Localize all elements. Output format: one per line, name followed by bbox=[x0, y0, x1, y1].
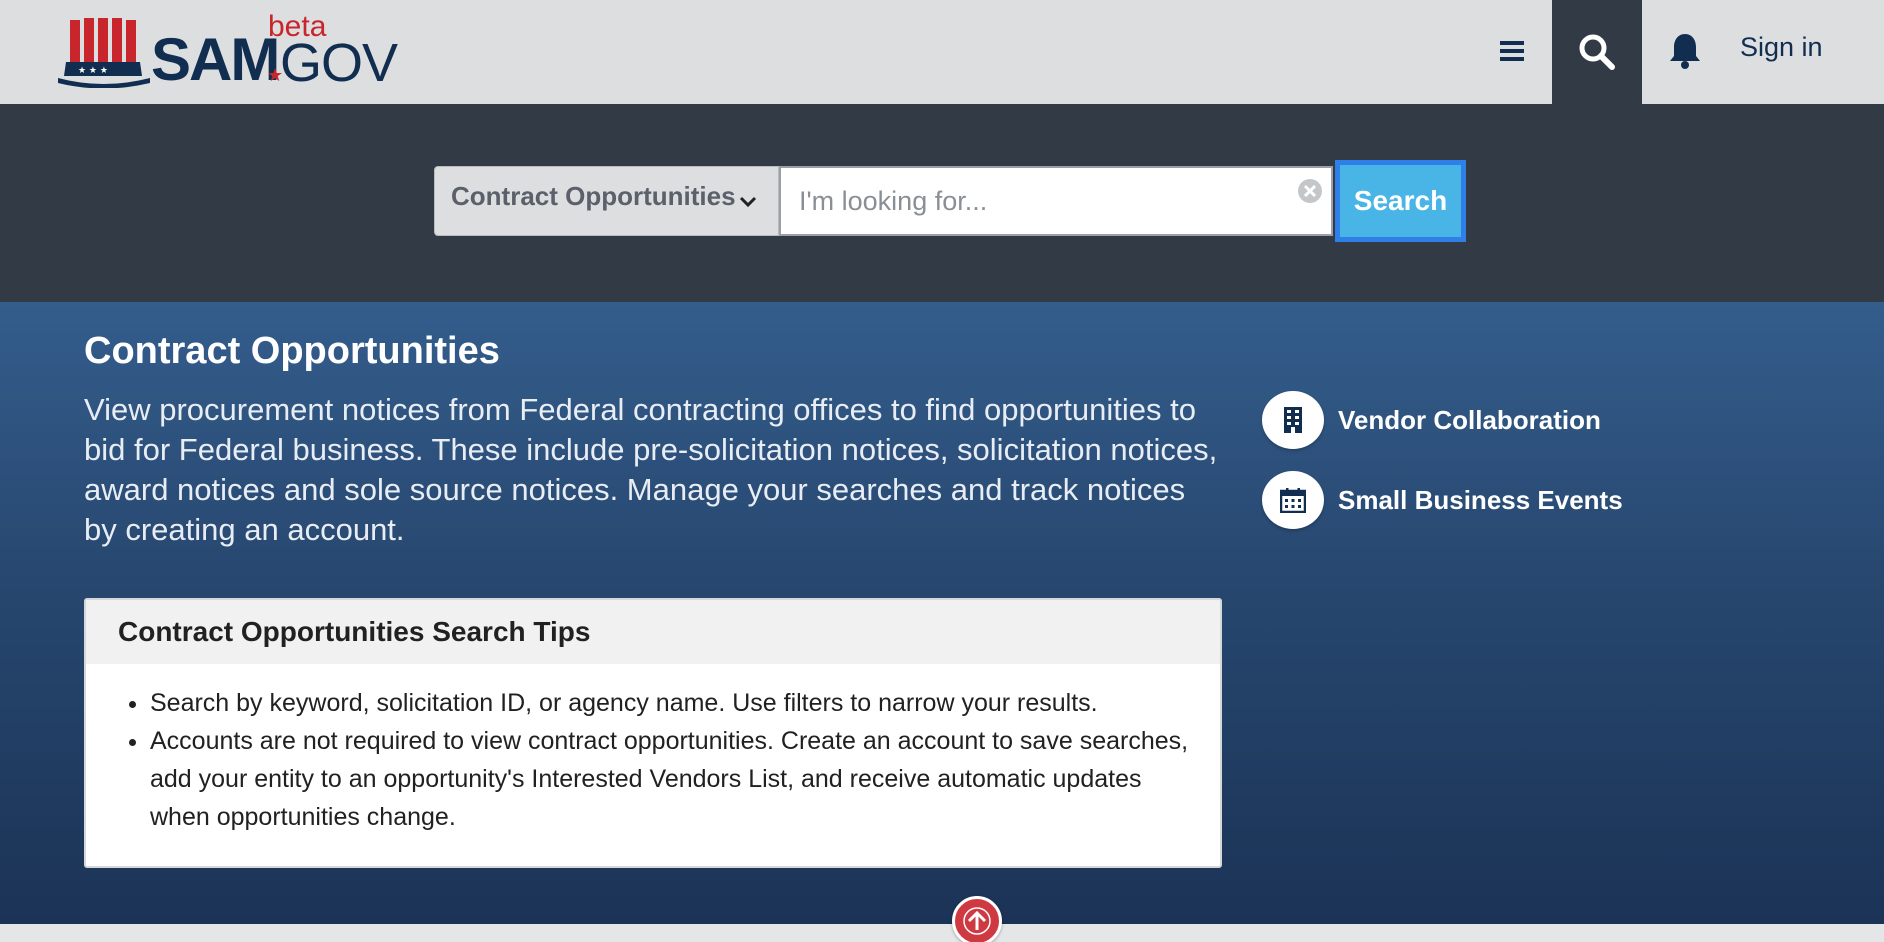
bell-icon bbox=[1670, 34, 1700, 69]
page-title: Contract Opportunities bbox=[84, 330, 500, 372]
sam-gov-logo[interactable]: ★ ★ ★ SAM beta ★ GOV bbox=[58, 12, 398, 93]
search-band: Contract Opportunities Search bbox=[0, 104, 1884, 302]
search-tips-panel: Contract Opportunities Search Tips Searc… bbox=[84, 598, 1222, 868]
search-input[interactable] bbox=[779, 166, 1333, 236]
uncle-sam-hat-icon: ★ ★ ★ bbox=[58, 18, 150, 88]
search-icon bbox=[1579, 34, 1615, 70]
list-item: Accounts are not required to view contra… bbox=[150, 722, 1196, 836]
list-item: Search by keyword, solicitation ID, or a… bbox=[150, 684, 1196, 722]
svg-text:★ ★ ★: ★ ★ ★ bbox=[78, 66, 108, 76]
domain-select[interactable]: Contract Opportunities bbox=[434, 166, 779, 236]
hamburger-icon bbox=[1500, 41, 1524, 61]
search-tips-header: Contract Opportunities Search Tips bbox=[86, 600, 1220, 664]
menu-button[interactable] bbox=[1490, 28, 1534, 74]
header-search-button[interactable] bbox=[1552, 0, 1642, 104]
page-description: View procurement notices from Federal co… bbox=[84, 392, 1218, 547]
footer-strip bbox=[0, 924, 1884, 942]
calendar-icon bbox=[1262, 471, 1324, 529]
domain-select-label: Contract Opportunities bbox=[451, 181, 736, 211]
sign-in-link[interactable]: Sign in bbox=[1740, 32, 1823, 63]
small-business-events-link[interactable]: Small Business Events bbox=[1262, 470, 1623, 530]
main-content: Contract Opportunities View procurement … bbox=[0, 302, 1884, 924]
building-icon bbox=[1262, 391, 1324, 449]
logo-gov-text: GOV bbox=[280, 33, 398, 93]
chevron-down-icon bbox=[739, 196, 757, 208]
small-business-events-label: Small Business Events bbox=[1338, 484, 1623, 515]
search-button[interactable]: Search bbox=[1335, 160, 1466, 242]
site-header: ★ ★ ★ SAM beta ★ GOV Sign in bbox=[0, 0, 1884, 104]
vendor-collaboration-label: Vendor Collaboration bbox=[1338, 404, 1601, 435]
logo-sam-text: SAM bbox=[151, 26, 280, 93]
arrow-up-icon bbox=[963, 907, 991, 935]
clear-search-icon[interactable] bbox=[1297, 178, 1323, 204]
search-tips-list: Search by keyword, solicitation ID, or a… bbox=[86, 684, 1220, 836]
back-to-top-button[interactable] bbox=[952, 896, 1002, 942]
vendor-collaboration-link[interactable]: Vendor Collaboration bbox=[1262, 390, 1601, 450]
search-tips-title: Contract Opportunities Search Tips bbox=[118, 616, 591, 647]
notifications-button[interactable] bbox=[1660, 28, 1710, 74]
